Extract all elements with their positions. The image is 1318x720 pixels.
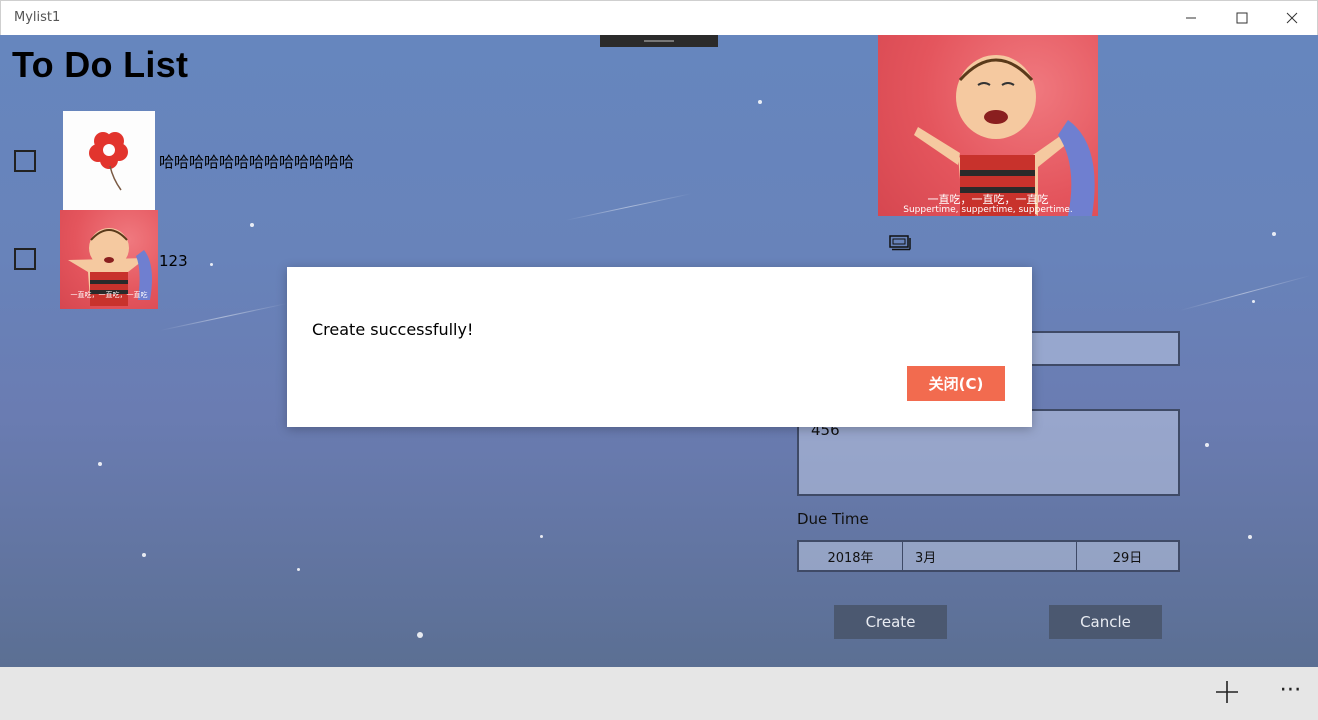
- flower-icon: [89, 132, 128, 191]
- dialog-close-button[interactable]: 关闭(C): [907, 366, 1005, 401]
- todo-checkbox[interactable]: [14, 248, 36, 270]
- minimize-button[interactable]: [1168, 1, 1214, 35]
- background-streak: [1179, 275, 1311, 311]
- background-star: [1205, 443, 1209, 447]
- more-options-button[interactable]: ⋯: [1276, 679, 1306, 705]
- todo-checkbox[interactable]: [14, 150, 36, 172]
- close-window-button[interactable]: [1269, 1, 1315, 35]
- todo-image-linus-cartoon: 一直吃，一直吃，一直吃: [60, 210, 158, 309]
- background-streak: [159, 302, 288, 331]
- drag-handle[interactable]: [600, 35, 718, 47]
- create-button[interactable]: Create: [834, 605, 947, 639]
- date-year[interactable]: 2018年: [799, 542, 903, 570]
- window-titlebar: Mylist1: [0, 0, 1318, 35]
- background-star: [1252, 300, 1255, 303]
- close-icon: [1286, 12, 1298, 24]
- background-star: [250, 223, 254, 227]
- dialog-message: Create successfully!: [312, 320, 474, 339]
- background-star: [1248, 535, 1252, 539]
- background-streak: [564, 192, 693, 221]
- message-dialog: Create successfully! 关闭(C): [287, 267, 1032, 427]
- due-date-picker[interactable]: 2018年 3月 29日: [797, 540, 1180, 572]
- background-star: [142, 553, 146, 557]
- window-title: Mylist1: [14, 10, 61, 25]
- todo-text: 哈哈哈哈哈哈哈哈哈哈哈哈哈: [159, 153, 355, 171]
- add-button[interactable]: [1212, 677, 1242, 707]
- cancel-button[interactable]: Cancle: [1049, 605, 1162, 639]
- background-star: [758, 100, 762, 104]
- select-picture-button[interactable]: [889, 235, 911, 251]
- minimize-icon: [1186, 17, 1196, 19]
- page-title: To Do List: [12, 44, 189, 85]
- background-star: [297, 568, 300, 571]
- editor-image: 一直吃，一直吃，一直吃 Suppertime, suppertime, supp…: [878, 35, 1098, 216]
- background-star: [98, 462, 102, 466]
- background-star: [540, 535, 543, 538]
- todo-text: 123: [159, 252, 188, 270]
- due-time-label: Due Time: [797, 510, 869, 528]
- date-month[interactable]: 3月: [903, 542, 1077, 570]
- maximize-icon: [1236, 12, 1248, 24]
- image-caption: 一直吃，一直吃，一直吃: [70, 291, 148, 299]
- linus-cartoon-icon: [914, 55, 1095, 216]
- plus-icon: [1216, 681, 1238, 703]
- background-star: [210, 263, 213, 266]
- date-day[interactable]: 29日: [1077, 542, 1178, 570]
- photo-icon: [889, 235, 911, 251]
- ellipsis-icon: ⋯: [1279, 677, 1303, 702]
- todo-image-red-flower: [63, 111, 155, 210]
- image-caption-en: Suppertime, suppertime, suppertime.: [903, 205, 1073, 215]
- maximize-button[interactable]: [1219, 1, 1265, 35]
- background-star: [417, 632, 423, 638]
- command-bar: ⋯: [0, 667, 1318, 720]
- background-star: [1272, 232, 1276, 236]
